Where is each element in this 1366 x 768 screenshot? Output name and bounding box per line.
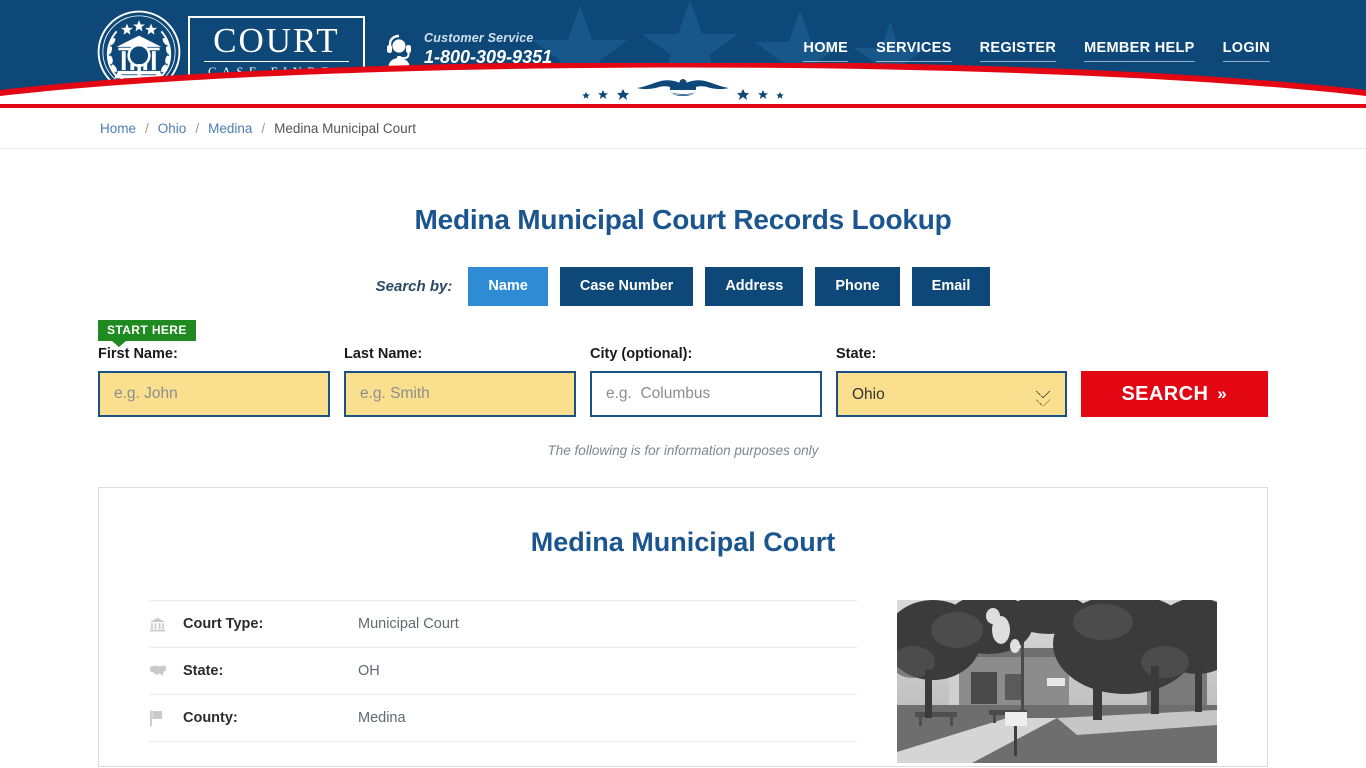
tab-case-number[interactable]: Case Number — [559, 267, 694, 306]
detail-value: OH — [358, 663, 380, 679]
bank-building-icon — [149, 616, 183, 633]
start-here-badge: START HERE — [98, 320, 196, 347]
site-logo[interactable]: COURT CASE FINDER — [96, 8, 365, 96]
tab-address[interactable]: Address — [705, 267, 804, 306]
tab-name[interactable]: Name — [468, 267, 548, 306]
nav-item-member-help[interactable]: MEMBER HELP — [1084, 40, 1195, 62]
header-red-rule — [0, 104, 1366, 108]
table-row: Court Type: Municipal Court — [149, 600, 857, 647]
courthouse-photo — [897, 600, 1217, 763]
breadcrumb-item-home[interactable]: Home — [100, 121, 136, 136]
table-row: County: Medina — [149, 694, 857, 741]
table-row: State: OH — [149, 647, 857, 694]
breadcrumb-separator: / — [145, 120, 149, 136]
customer-service-block[interactable]: Customer Service 1-800-309-9351 — [383, 31, 552, 68]
nav-item-home[interactable]: HOME — [803, 40, 849, 62]
table-row-divider — [149, 741, 857, 742]
breadcrumb-separator: / — [195, 120, 200, 136]
state-field-group: State: Ohio — [836, 346, 1067, 417]
page-title: Medina Municipal Court Records Lookup — [414, 204, 952, 235]
first-name-label: First Name: — [98, 346, 178, 362]
court-details-table: Court Type: Municipal Court State: OH Co… — [149, 600, 857, 763]
first-name-input[interactable] — [98, 371, 330, 417]
detail-label: State: — [183, 663, 224, 679]
logo-wordmark: COURT CASE FINDER — [188, 16, 365, 88]
search-form: START HERE First Name: Last Name: City (… — [98, 316, 1268, 417]
headset-agent-icon — [387, 34, 411, 67]
info-note: The following is for information purpose… — [547, 443, 819, 458]
court-seal-icon — [97, 10, 181, 94]
last-name-input[interactable] — [344, 371, 576, 417]
nav-item-register[interactable]: REGISTER — [979, 40, 1057, 62]
state-label: State: — [836, 346, 877, 362]
breadcrumb-item-current: Medina Municipal Court — [274, 120, 416, 136]
nav-item-login[interactable]: LOGIN — [1222, 40, 1270, 62]
state-select[interactable]: Ohio — [836, 371, 1067, 417]
detail-label: County: — [183, 710, 238, 726]
city-label: City (optional): — [590, 346, 693, 362]
search-by-tabs: Search by: Name Case Number Address Phon… — [0, 267, 1366, 306]
logo-sub-text: CASE FINDER — [208, 65, 349, 80]
nav-item-services[interactable]: SERVICES — [876, 40, 952, 62]
first-name-field-group: First Name: — [98, 346, 330, 417]
site-header: COURT CASE FINDER Customer Service 1-800… — [0, 0, 1366, 108]
search-by-label: Search by: — [375, 278, 453, 295]
tab-email[interactable]: Email — [911, 267, 991, 306]
customer-service-phone[interactable]: 1-800-309-9351 — [424, 47, 552, 68]
logo-main-text: COURT — [204, 23, 349, 63]
breadcrumb: Home / Ohio / Medina / Medina Municipal … — [0, 108, 1366, 149]
search-button[interactable]: SEARCH » — [1080, 371, 1268, 417]
tab-phone[interactable]: Phone — [815, 267, 900, 306]
last-name-field-group: Last Name: — [344, 346, 576, 417]
detail-value: Municipal Court — [358, 616, 459, 632]
court-details-card: Medina Municipal Court Court Type: Munic… — [98, 487, 1268, 767]
detail-value: Medina — [358, 710, 406, 726]
court-name-title: Medina Municipal Court — [530, 527, 836, 557]
us-map-icon — [149, 664, 183, 678]
search-button-label: SEARCH — [1121, 382, 1209, 405]
flag-icon — [149, 710, 183, 727]
last-name-label: Last Name: — [344, 346, 423, 362]
breadcrumb-separator: / — [261, 120, 266, 136]
breadcrumb-item-medina[interactable]: Medina — [208, 121, 252, 136]
breadcrumb-item-ohio[interactable]: Ohio — [158, 121, 187, 136]
detail-label: Court Type: — [183, 616, 264, 632]
customer-service-label: Customer Service — [424, 31, 534, 45]
main-navigation: HOME SERVICES REGISTER MEMBER HELP LOGIN — [803, 40, 1270, 62]
chevron-right-icon: » — [1217, 384, 1228, 403]
city-input[interactable] — [590, 371, 822, 417]
city-field-group: City (optional): — [590, 346, 822, 417]
